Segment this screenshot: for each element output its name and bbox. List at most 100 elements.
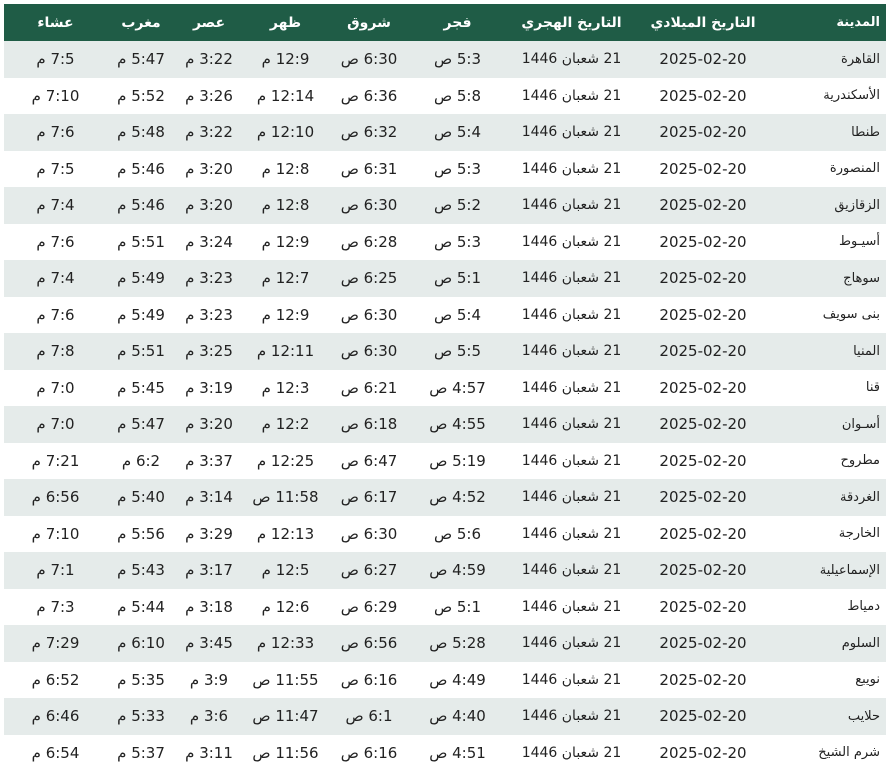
gregorian-date-cell: 2025-02-20 <box>659 415 747 434</box>
isha-cell: 7:4 م <box>36 196 75 215</box>
hijri-date-cell: 21 شعبان 1446 <box>521 598 622 615</box>
hijri-date-cell: 21 شعبان 1446 <box>521 87 622 104</box>
hijri-date-cell: 21 شعبان 1446 <box>521 635 622 652</box>
asr-cell: 3:11 م <box>185 743 233 762</box>
sunrise-cell: 6:31 ص <box>340 159 398 178</box>
dhuhr-cell: 12:9 م <box>261 305 310 324</box>
city-cell: المنيا <box>853 343 880 359</box>
maghrib-cell: 5:33 م <box>117 707 165 726</box>
table-row: أسيـوط 2025-02-20 21 شعبان 1446 5:3 ص 6:28 ص… <box>4 223 886 260</box>
isha-cell: 7:6 م <box>36 232 75 251</box>
table-header-row: المدينة التاريخ الميلادي التاريخ الهجري … <box>4 4 886 41</box>
table-row: قنا 2025-02-20 21 شعبان 1446 4:57 ص 6:21 ص 12… <box>4 369 886 406</box>
fajr-cell: 5:4 ص <box>433 305 482 324</box>
sunrise-cell: 6:30 ص <box>340 524 398 543</box>
gregorian-date-cell: 2025-02-20 <box>659 561 747 580</box>
dhuhr-cell: 11:58 ص <box>252 488 319 507</box>
asr-cell: 3:9 م <box>189 670 229 689</box>
gregorian-date-cell: 2025-02-20 <box>659 159 747 178</box>
table-row: سوهاج 2025-02-20 21 شعبان 1446 5:1 ص 6:25 ص 1… <box>4 260 886 297</box>
asr-cell: 3:23 م <box>185 305 233 324</box>
city-cell: حلايب <box>847 708 880 724</box>
fajr-cell: 5:4 ص <box>433 123 482 142</box>
maghrib-cell: 5:43 م <box>117 561 165 580</box>
maghrib-cell: 5:52 م <box>117 86 165 105</box>
asr-cell: 3:20 م <box>185 415 233 434</box>
dhuhr-cell: 11:47 ص <box>252 707 319 726</box>
dhuhr-cell: 12:5 م <box>261 561 310 580</box>
header-asr: عصر <box>192 14 226 31</box>
fajr-cell: 5:6 ص <box>433 524 482 543</box>
fajr-cell: 4:52 ص <box>429 488 486 507</box>
isha-cell: 7:5 م <box>36 159 75 178</box>
dhuhr-cell: 12:13 م <box>256 524 315 543</box>
maghrib-cell: 5:47 م <box>117 50 165 69</box>
maghrib-cell: 5:51 م <box>117 342 165 361</box>
hijri-date-cell: 21 شعبان 1446 <box>521 489 622 506</box>
prayer-times-table-container: المدينة التاريخ الميلادي التاريخ الهجري … <box>4 4 886 771</box>
asr-cell: 3:23 م <box>185 269 233 288</box>
fajr-cell: 5:1 ص <box>433 597 482 616</box>
gregorian-date-cell: 2025-02-20 <box>659 743 747 762</box>
maghrib-cell: 5:49 م <box>117 305 165 324</box>
table-row: السلوم 2025-02-20 21 شعبان 1446 5:28 ص 6:56 … <box>4 625 886 662</box>
header-gregorian-date: التاريخ الميلادي <box>650 14 756 31</box>
asr-cell: 3:25 م <box>185 342 233 361</box>
dhuhr-cell: 12:10 م <box>256 123 315 142</box>
hijri-date-cell: 21 شعبان 1446 <box>521 51 622 68</box>
maghrib-cell: 5:44 م <box>117 597 165 616</box>
city-cell: أسـوان <box>841 416 880 432</box>
hijri-date-cell: 21 شعبان 1446 <box>521 270 622 287</box>
fajr-cell: 4:51 ص <box>429 743 486 762</box>
dhuhr-cell: 12:8 م <box>261 159 310 178</box>
sunrise-cell: 6:17 ص <box>340 488 398 507</box>
header-hijri-date: التاريخ الهجري <box>521 14 622 31</box>
fajr-cell: 4:59 ص <box>429 561 486 580</box>
header-sunrise: شروق <box>347 14 391 31</box>
table-row: نويبع 2025-02-20 21 شعبان 1446 4:49 ص 6:16 ص… <box>4 661 886 698</box>
fajr-cell: 4:55 ص <box>429 415 486 434</box>
maghrib-cell: 5:49 م <box>117 269 165 288</box>
hijri-date-cell: 21 شعبان 1446 <box>521 671 622 688</box>
maghrib-cell: 5:56 م <box>117 524 165 543</box>
table-body: القاهرة 2025-02-20 21 شعبان 1446 5:3 ص 6:30 … <box>4 41 886 771</box>
isha-cell: 7:21 م <box>31 451 80 470</box>
gregorian-date-cell: 2025-02-20 <box>659 342 747 361</box>
hijri-date-cell: 21 شعبان 1446 <box>521 744 622 761</box>
sunrise-cell: 6:29 ص <box>340 597 398 616</box>
dhuhr-cell: 11:56 ص <box>252 743 319 762</box>
gregorian-date-cell: 2025-02-20 <box>659 707 747 726</box>
hijri-date-cell: 21 شعبان 1446 <box>521 562 622 579</box>
maghrib-cell: 5:46 م <box>117 159 165 178</box>
hijri-date-cell: 21 شعبان 1446 <box>521 197 622 214</box>
hijri-date-cell: 21 شعبان 1446 <box>521 708 622 725</box>
isha-cell: 7:5 م <box>36 50 75 69</box>
city-cell: الغردقة <box>840 489 880 505</box>
isha-cell: 7:0 م <box>36 415 75 434</box>
sunrise-cell: 6:30 ص <box>340 305 398 324</box>
gregorian-date-cell: 2025-02-20 <box>659 269 747 288</box>
sunrise-cell: 6:27 ص <box>340 561 398 580</box>
city-cell: مطروح <box>840 453 880 469</box>
header-maghrib: مغرب <box>121 14 161 31</box>
sunrise-cell: 6:30 ص <box>340 196 398 215</box>
isha-cell: 6:52 م <box>31 670 80 689</box>
fajr-cell: 5:3 ص <box>433 50 482 69</box>
asr-cell: 3:24 م <box>185 232 233 251</box>
hijri-date-cell: 21 شعبان 1446 <box>521 379 622 396</box>
city-cell: أسيـوط <box>839 234 880 250</box>
gregorian-date-cell: 2025-02-20 <box>659 488 747 507</box>
table-row: الزقازيق 2025-02-20 21 شعبان 1446 5:2 ص 6:30… <box>4 187 886 224</box>
table-row: بنى سويف 2025-02-20 21 شعبان 1446 5:4 ص 6:30… <box>4 296 886 333</box>
asr-cell: 3:37 م <box>185 451 233 470</box>
header-isha: عشاء <box>37 14 74 31</box>
gregorian-date-cell: 2025-02-20 <box>659 597 747 616</box>
hijri-date-cell: 21 شعبان 1446 <box>521 343 622 360</box>
fajr-cell: 4:40 ص <box>429 707 486 726</box>
fajr-cell: 5:8 ص <box>433 86 482 105</box>
gregorian-date-cell: 2025-02-20 <box>659 524 747 543</box>
gregorian-date-cell: 2025-02-20 <box>659 232 747 251</box>
sunrise-cell: 6:32 ص <box>340 123 398 142</box>
gregorian-date-cell: 2025-02-20 <box>659 634 747 653</box>
dhuhr-cell: 12:8 م <box>261 196 310 215</box>
